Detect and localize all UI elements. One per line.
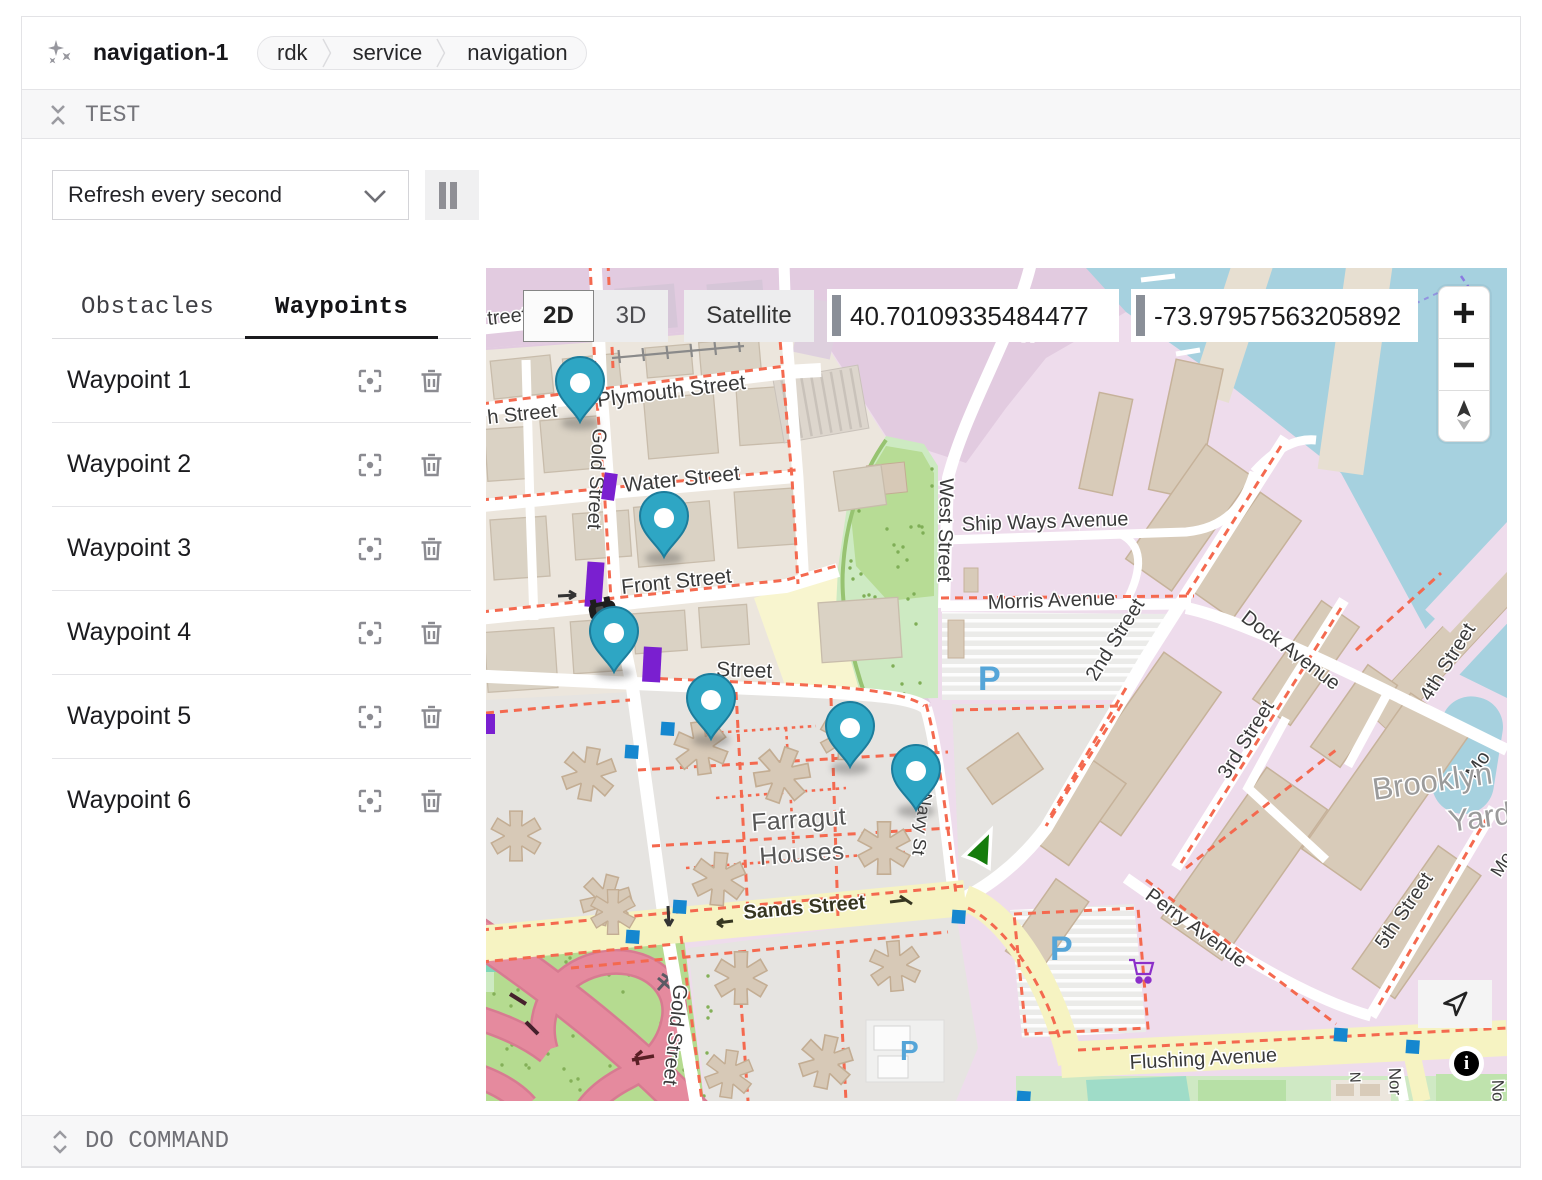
svg-text:Nor: Nor <box>1488 1079 1507 1101</box>
svg-text:West Street: West Street <box>933 478 957 583</box>
svg-text:P: P <box>978 660 1001 698</box>
svg-text:Houses: Houses <box>758 837 845 871</box>
svg-text:Morris Avenue: Morris Avenue <box>987 588 1115 614</box>
svg-text:N: N <box>1346 1072 1363 1083</box>
svg-text:P: P <box>1050 930 1073 968</box>
svg-text:Nor: Nor <box>1385 1067 1405 1095</box>
svg-text:P: P <box>900 1035 919 1066</box>
